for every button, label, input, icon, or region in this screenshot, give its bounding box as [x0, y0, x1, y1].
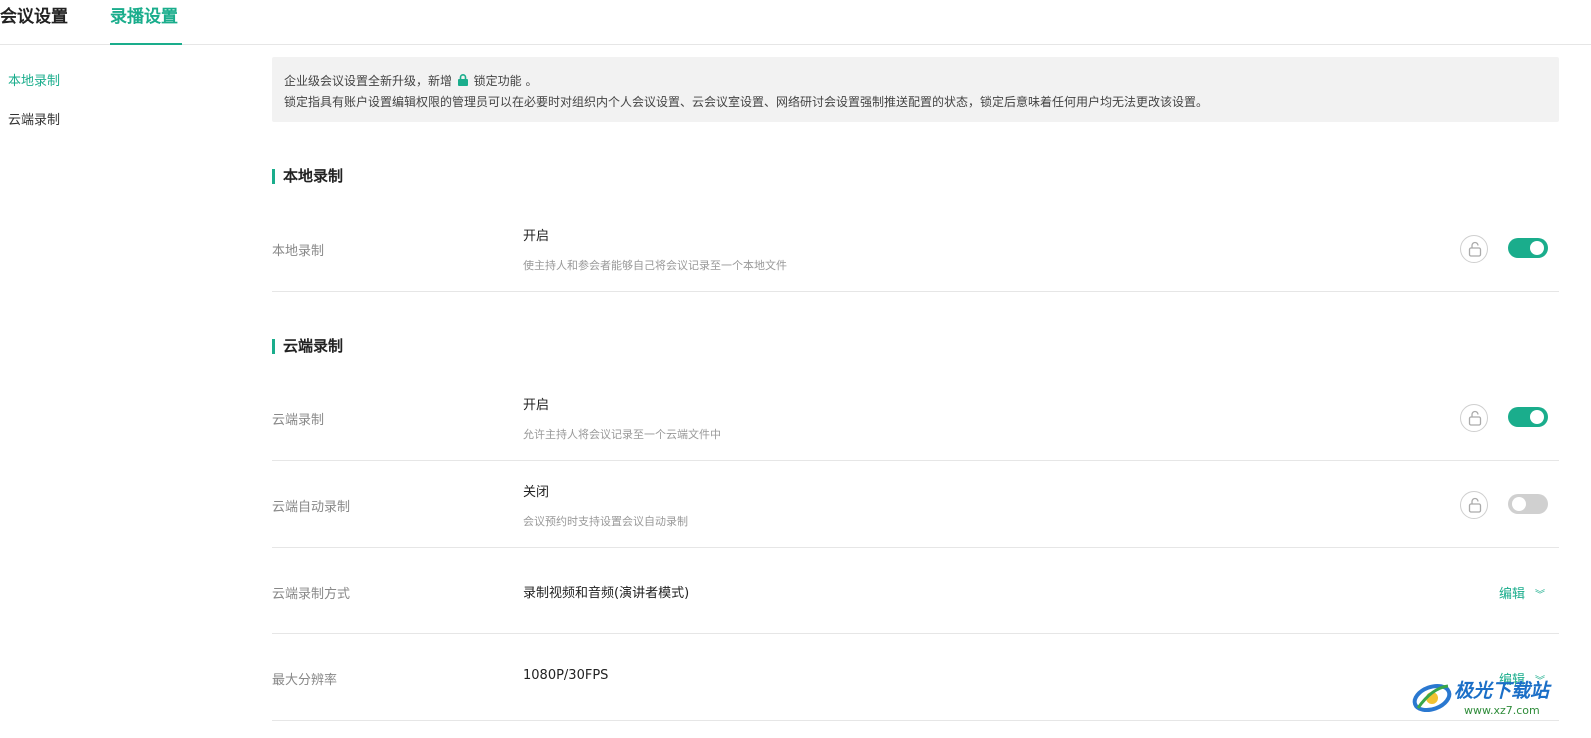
setting-row-cloud-recording: 云端录制 开启 允许主持人将会议记录至一个云端文件中 [272, 374, 1559, 461]
unlock-icon[interactable] [1460, 404, 1488, 432]
watermark: 极光下载站 www.xz7.com [1410, 672, 1585, 732]
setting-label: 云端录制方式 [272, 587, 351, 602]
watermark-logo-icon [1412, 683, 1452, 713]
upgrade-notice: 企业级会议设置全新升级，新增 锁定功能 。 锁定指具有账户设置编辑权限的管理员可… [272, 57, 1559, 122]
setting-label: 本地录制 [272, 244, 325, 259]
local-recording-toggle[interactable] [1508, 238, 1548, 258]
setting-value: 开启 [523, 398, 550, 413]
sidebar-item-local-recording[interactable]: 本地录制 [8, 70, 60, 89]
watermark-url: www.xz7.com [1464, 704, 1540, 717]
setting-row-max-resolution: 最大分辨率 1080P/30FPS 编辑 ︾ [272, 634, 1559, 721]
setting-label: 云端录制 [272, 413, 325, 428]
tab-recording-settings[interactable]: 录播设置 [110, 6, 182, 45]
setting-description: 会议预约时支持设置会议自动录制 [523, 515, 688, 528]
cloud-recording-toggle[interactable] [1508, 407, 1548, 427]
setting-value: 录制视频和音频(演讲者模式) [523, 586, 690, 601]
unlock-icon[interactable] [1460, 235, 1488, 263]
section-title-cloud-recording: 云端录制 [272, 339, 343, 354]
setting-value: 1080P/30FPS [523, 668, 609, 683]
notice-line-2: 锁定指具有账户设置编辑权限的管理员可以在必要时对组织内个人会议设置、云会议室设置… [284, 95, 1209, 109]
notice-line-1: 企业级会议设置全新升级，新增 锁定功能 。 [284, 71, 1547, 92]
tab-meeting-settings[interactable]: 会议设置 [0, 6, 68, 45]
setting-value: 开启 [523, 229, 550, 244]
notice-text-after: 锁定功能 。 [473, 74, 538, 88]
edit-label: 编辑 [1499, 587, 1526, 602]
notice-text-before: 企业级会议设置全新升级，新增 [284, 74, 453, 88]
section-title-local-recording: 本地录制 [272, 169, 343, 184]
setting-row-cloud-recording-mode: 云端录制方式 录制视频和音频(演讲者模式) 编辑 ︾ [272, 548, 1559, 634]
edit-button[interactable]: 编辑 ︾ [1499, 583, 1545, 602]
setting-value: 关闭 [523, 485, 550, 500]
setting-description: 使主持人和参会者能够自己将会议记录至一个本地文件 [523, 259, 787, 272]
sidebar-item-cloud-recording[interactable]: 云端录制 [8, 109, 60, 128]
watermark-name: 极光下载站 [1454, 680, 1550, 702]
setting-label: 云端自动录制 [272, 500, 351, 515]
lock-icon [457, 72, 468, 86]
setting-row-cloud-auto-recording: 云端自动录制 关闭 会议预约时支持设置会议自动录制 [272, 461, 1559, 548]
setting-label: 最大分辨率 [272, 673, 338, 688]
setting-row-local-recording: 本地录制 开启 使主持人和参会者能够自己将会议记录至一个本地文件 [272, 205, 1559, 292]
setting-description: 允许主持人将会议记录至一个云端文件中 [523, 428, 721, 441]
chevron-down-icon: ︾ [1535, 590, 1546, 601]
unlock-icon[interactable] [1460, 491, 1488, 519]
cloud-auto-recording-toggle[interactable] [1508, 494, 1548, 514]
top-tab-bar: 会议设置 录播设置 [0, 0, 1591, 45]
